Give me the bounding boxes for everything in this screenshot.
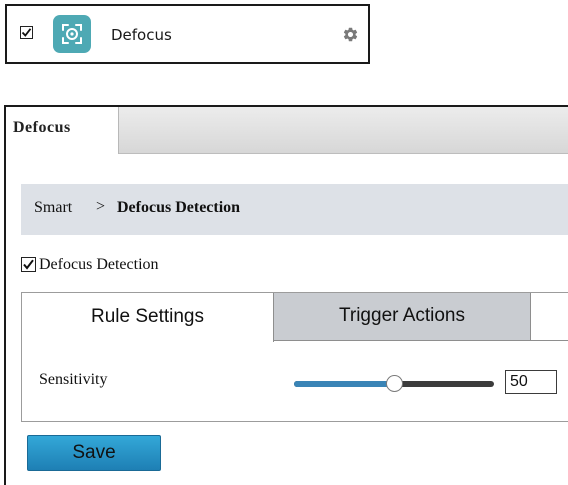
checkmark-icon: [21, 28, 32, 37]
feature-enable-checkbox[interactable]: [20, 26, 33, 39]
checkmark-icon: [23, 259, 34, 270]
tab-trigger-actions[interactable]: Trigger Actions: [274, 293, 531, 341]
sensitivity-slider-fill: [294, 381, 394, 387]
sensitivity-slider[interactable]: [294, 375, 494, 392]
defocus-detection-checkbox[interactable]: [21, 257, 36, 272]
defocus-settings-panel: Defocus Smart > Defocus Detection Defocu…: [4, 105, 568, 485]
feature-label: Defocus: [111, 26, 172, 44]
panel-tab-strip: Defocus: [6, 107, 568, 154]
tab-rule-settings[interactable]: Rule Settings: [22, 293, 274, 342]
defocus-feature-tile: Defocus: [5, 4, 370, 64]
sensitivity-label: Sensitivity: [39, 371, 108, 388]
tab-defocus-label: Defocus: [13, 119, 71, 136]
breadcrumb-root[interactable]: Smart: [34, 199, 72, 217]
save-button[interactable]: Save: [27, 435, 161, 471]
gear-icon[interactable]: [342, 26, 359, 43]
breadcrumb-current: Defocus Detection: [117, 199, 241, 216]
tab-divider: [531, 340, 568, 341]
tab-defocus[interactable]: Defocus: [6, 107, 119, 154]
sensitivity-slider-thumb[interactable]: [386, 375, 403, 392]
sensitivity-input[interactable]: [505, 370, 557, 394]
breadcrumb-separator: >: [96, 198, 106, 215]
defocus-detection-label: Defocus Detection: [39, 256, 159, 273]
settings-box: Rule Settings Trigger Actions Sensitivit…: [21, 292, 568, 422]
breadcrumb: Smart > Defocus Detection: [21, 184, 568, 235]
defocus-camera-icon: [53, 15, 91, 53]
